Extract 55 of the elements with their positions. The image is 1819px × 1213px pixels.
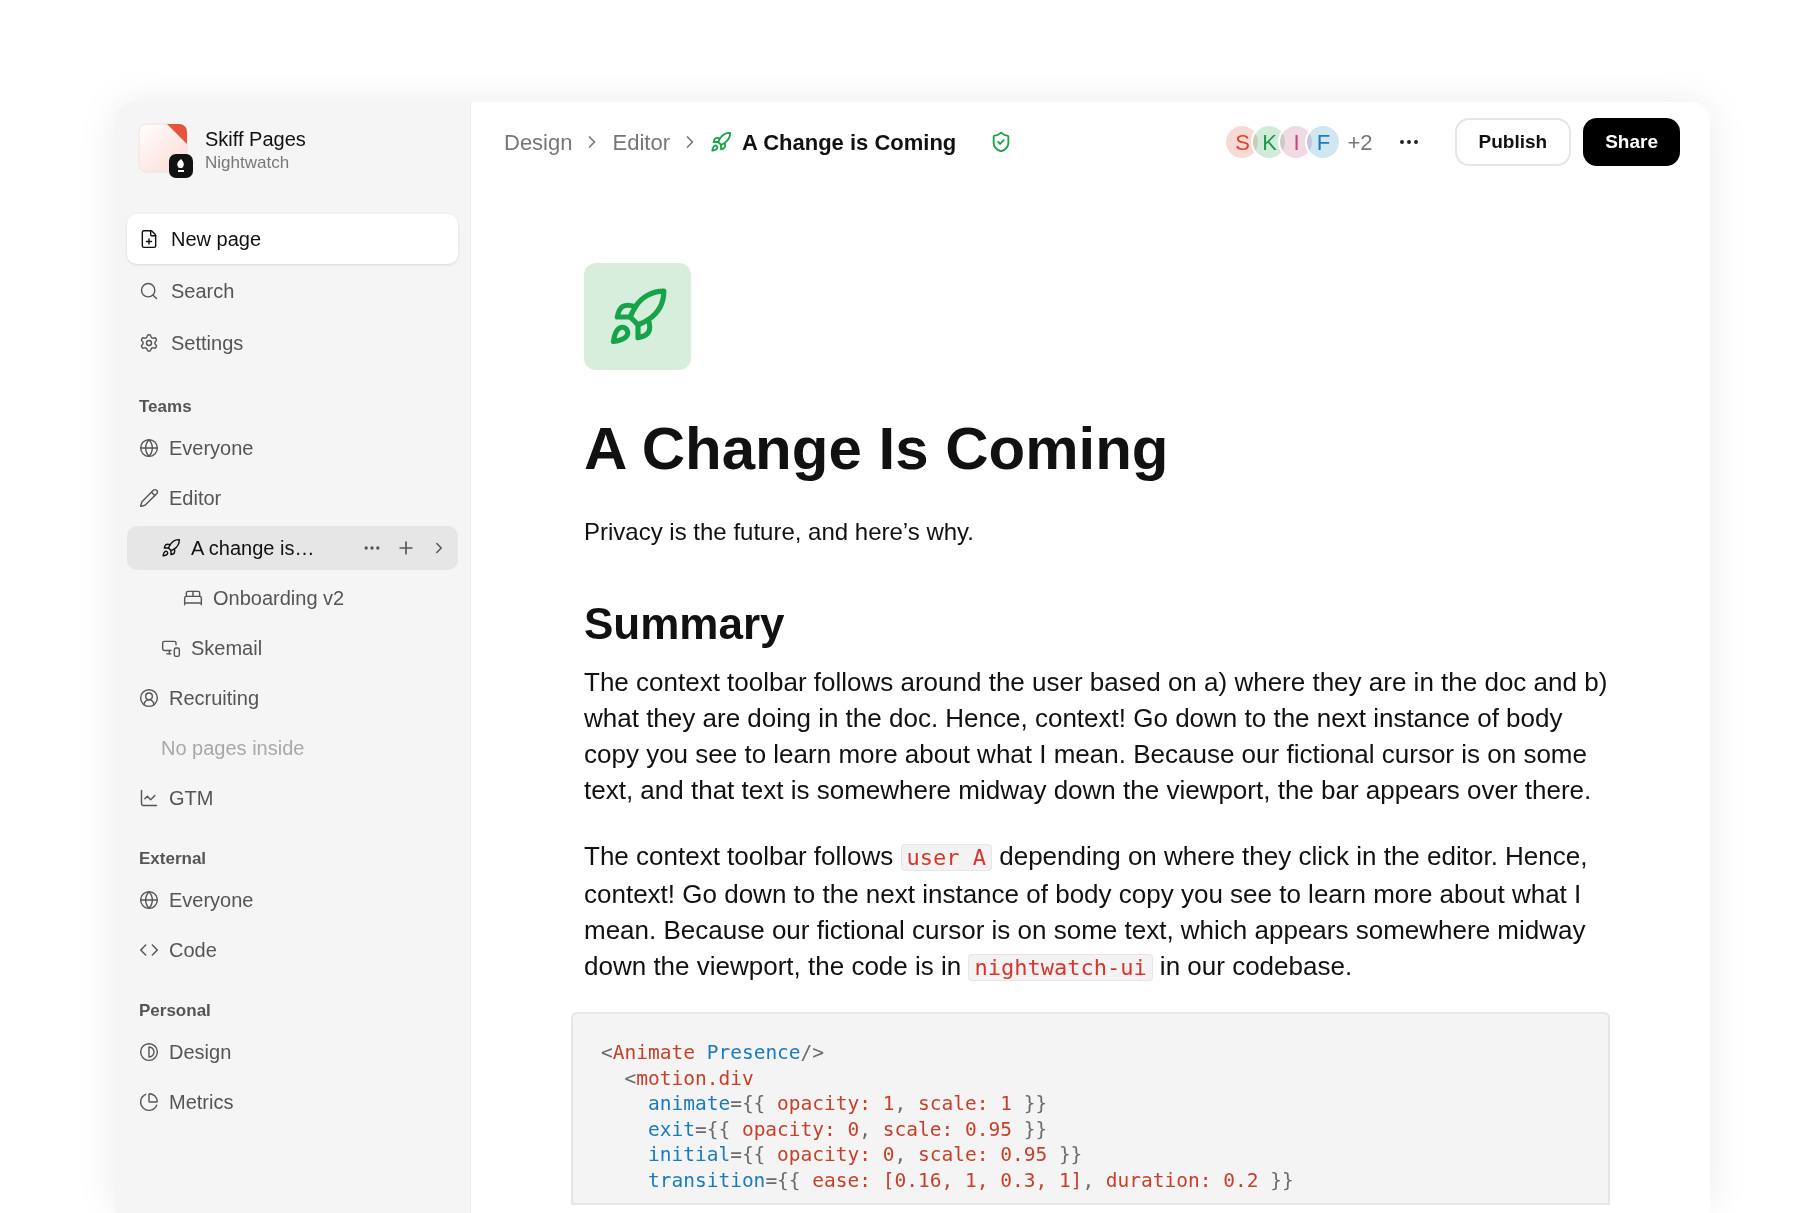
chart-line-icon [139, 788, 159, 808]
code-line: animate={{ opacity: 1, scale: 1 }} [646, 1091, 1048, 1117]
section-heading: External [138, 848, 208, 871]
code-line: <Animate Presence/> [601, 1040, 825, 1066]
body-paragraph: The context toolbar follows around the user based on a) where they are in the doc and b) what they are doing in the doc. Hence, context! Go down to the next instance of body copy you see to learn more about what I mean. Because our fictional cursor is on some text, and that text is somewhere midway down the viewport, the bar appears over there. [584, 666, 1609, 807]
sidebar-item[interactable]: Metrics [127, 1080, 458, 1124]
sidebar-item[interactable]: Code [127, 928, 458, 972]
inline-code: user A [900, 844, 992, 871]
sidebar-item[interactable]: Onboarding v2 [127, 576, 458, 620]
devices-icon [161, 638, 181, 658]
sidebar-item[interactable]: GTM [127, 776, 458, 820]
sidebar-action[interactable]: Search [127, 266, 458, 316]
settings-icon [139, 333, 159, 353]
user-circle-icon [139, 688, 159, 708]
rocket-icon [161, 538, 181, 558]
page-title: A Change Is Coming [584, 414, 1170, 484]
code-line: transition={{ ease: [0.16, 1, 0.3, 1], duration: 0.2 }} [646, 1167, 1294, 1193]
search-icon [139, 281, 159, 301]
publish-button[interactable]: Publish [1454, 118, 1572, 166]
pie-chart-icon [139, 1092, 159, 1112]
globe-icon [139, 438, 159, 458]
code-line: exit={{ opacity: 0, scale: 0.95 }} [646, 1116, 1048, 1142]
file-plus-icon [139, 229, 159, 249]
sidebar-item[interactable]: Editor [127, 476, 458, 520]
sidebar-item[interactable]: A change is… [127, 526, 458, 570]
avatar[interactable]: F [1305, 124, 1342, 160]
bed-icon [183, 588, 203, 608]
inline-code: nightwatch-ui [968, 954, 1153, 981]
body-paragraph: The context toolbar follows user A depending on where they click in the editor. Hence, context! Go down to the next instance of body copy you see to learn more about what I mean. Because our fictional cursor is on some text, which appears somewhere midway down the viewport, the code is in nightwatch-ui in our codebase. [584, 840, 1589, 983]
page-subtitle: Privacy is the future, and here’s why. [584, 517, 975, 547]
section-heading: Teams [138, 396, 193, 419]
sidebar-item[interactable]: Skemail [127, 626, 458, 670]
app-logo [137, 122, 193, 178]
workspace-name: Skiff Pages [205, 127, 306, 152]
sidebar-item[interactable]: Everyone [127, 426, 458, 470]
rocket-icon [709, 131, 732, 153]
sidebar-item[interactable]: Recruiting [127, 676, 458, 720]
empty-note: No pages inside [160, 736, 306, 761]
more-collaborators: +2 [1347, 128, 1373, 157]
sidebar-item[interactable]: Everyone [127, 878, 458, 922]
breadcrumb-link[interactable]: Editor [612, 125, 670, 159]
section-heading: Summary [584, 598, 786, 650]
workspace-org: Nightwatch [205, 152, 291, 174]
sidebar-item[interactable]: Design [127, 1030, 458, 1074]
section-heading: Personal [138, 1000, 212, 1023]
breadcrumb-link[interactable]: A Change is Coming [741, 125, 957, 159]
code-line: initial={{ opacity: 0, scale: 0.95 }} [646, 1142, 1083, 1168]
sidebar-action[interactable]: Settings [127, 318, 458, 368]
sidebar-action[interactable]: New page [127, 214, 458, 264]
breadcrumb-link[interactable]: Design [504, 125, 573, 159]
contrast-icon [139, 1042, 159, 1062]
pencil-icon [139, 488, 159, 508]
globe-icon [139, 890, 159, 910]
code-line: <motion.div [623, 1065, 754, 1091]
share-button[interactable]: Share [1583, 118, 1680, 166]
